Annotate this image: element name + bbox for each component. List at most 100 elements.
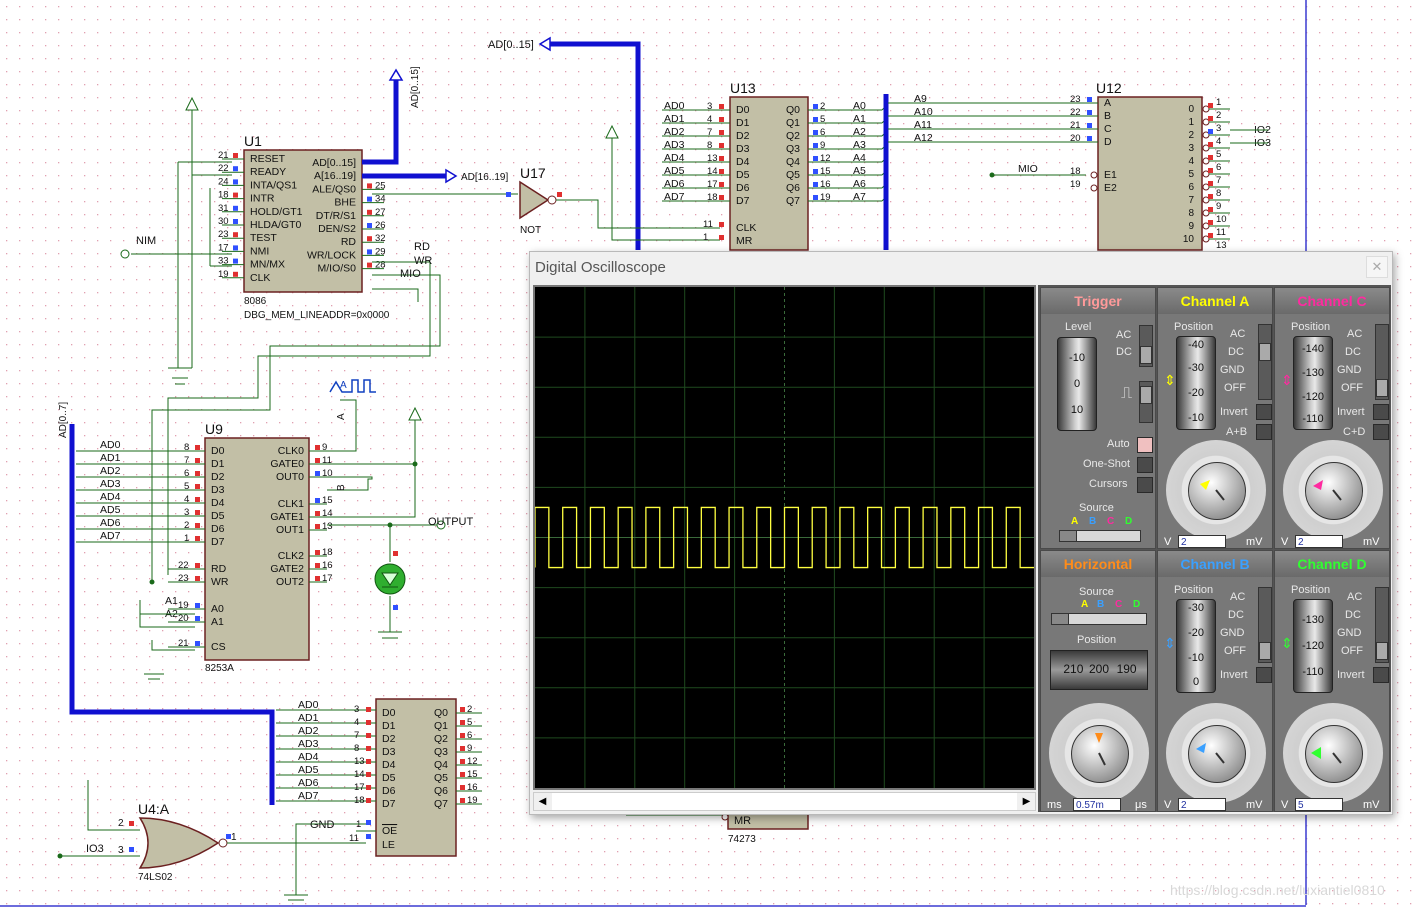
- latch-pin-label: D4: [382, 759, 396, 771]
- bus-label-ad-vertical: AD[0..15]: [410, 66, 421, 108]
- channel-a-scale-field[interactable]: 2: [1178, 535, 1226, 548]
- clock-side-label: A: [336, 413, 347, 420]
- u13-pin-label: D7: [736, 195, 750, 207]
- trigger-edge-switch[interactable]: [1139, 381, 1153, 423]
- u9-ad-label: AD4: [100, 491, 121, 503]
- channel-b-mode-off: OFF: [1224, 645, 1246, 657]
- channel-b-section: Channel B Position -30 -20 -10 0 ⇕ AC DC…: [1157, 550, 1273, 812]
- u13-pin-label: Q3: [786, 143, 800, 155]
- u9-pin-label: CLK2: [278, 550, 304, 562]
- channel-c-scale-field[interactable]: 2: [1295, 535, 1343, 548]
- u13-pin-number: 4: [707, 114, 712, 125]
- channel-c-mode-off: OFF: [1341, 382, 1363, 394]
- channel-b-unit-left: V: [1164, 799, 1172, 811]
- channel-b-scale-field[interactable]: 2: [1178, 798, 1226, 811]
- horizontal-source-b[interactable]: B: [1097, 599, 1104, 610]
- channel-b-position-drum[interactable]: -30 -20 -10 0: [1176, 599, 1216, 693]
- u12-output-label: 3: [1188, 143, 1194, 154]
- scroll-left-icon[interactable]: ◀: [534, 793, 551, 810]
- horizontal-scrollbar[interactable]: ◀ ▶: [533, 792, 1036, 811]
- trigger-oneshot-button[interactable]: [1137, 457, 1153, 473]
- horizontal-time-field[interactable]: 0.57m: [1073, 798, 1121, 811]
- u9-pin-number: 2: [184, 520, 189, 531]
- u1-pin-number: 28: [375, 260, 386, 271]
- wr-label: WR: [414, 255, 432, 267]
- horizontal-source-d[interactable]: D: [1133, 599, 1140, 610]
- trigger-source-b[interactable]: B: [1089, 516, 1096, 527]
- horizontal-source-a[interactable]: A: [1081, 599, 1088, 610]
- trigger-auto-button[interactable]: [1137, 437, 1153, 453]
- channel-d-scale-field[interactable]: 5: [1295, 798, 1343, 811]
- trigger-level-drum[interactable]: -10 0 10: [1057, 337, 1097, 431]
- horizontal-section: Horizontal Source A B C D Position 210 2…: [1040, 550, 1156, 812]
- horizontal-timebase-knob[interactable]: [1049, 703, 1149, 803]
- u4-ref: U4:A: [138, 801, 170, 817]
- oscilloscope-screen[interactable]: [533, 285, 1036, 790]
- oscilloscope-window[interactable]: Digital Oscilloscope ✕ ◀ ▶ Trigger Level…: [529, 251, 1393, 815]
- channel-c-scale-knob[interactable]: [1283, 440, 1383, 540]
- u13-pin-label: D3: [736, 143, 750, 155]
- channel-d-position-label: Position: [1291, 584, 1331, 596]
- u9-pin-label: RD: [211, 563, 227, 575]
- channel-a-mode-switch[interactable]: [1258, 324, 1272, 400]
- channel-b-position-label: Position: [1174, 584, 1214, 596]
- u12-pin-number: 21: [1070, 120, 1081, 131]
- u13-output-label: A3: [853, 139, 866, 151]
- channel-a-invert-button[interactable]: [1256, 404, 1272, 420]
- horizontal-source-slider[interactable]: [1051, 613, 1147, 625]
- channel-b-position-value: -30: [1188, 602, 1204, 614]
- u12-output-label: 10: [1183, 234, 1195, 245]
- trigger-source-c[interactable]: C: [1107, 516, 1114, 527]
- horizontal-source-c[interactable]: C: [1115, 599, 1122, 610]
- close-icon[interactable]: ✕: [1366, 256, 1388, 278]
- channel-b-mode-switch[interactable]: [1258, 587, 1272, 663]
- scroll-right-icon[interactable]: ▶: [1018, 793, 1035, 810]
- channel-d-position-value: -130: [1301, 614, 1325, 626]
- trigger-source-slider[interactable]: [1059, 530, 1141, 542]
- channel-a-mode-ac: AC: [1230, 328, 1246, 340]
- u9-pin-number: 8: [184, 442, 189, 453]
- u12-output-label: 8: [1188, 208, 1194, 219]
- u12-pin-label: C: [1104, 123, 1112, 135]
- u12-input-label: A12: [914, 132, 933, 144]
- channel-d-unit-right: mV: [1363, 799, 1380, 811]
- u12-pin-label: E2: [1104, 182, 1117, 194]
- trigger-cursors-button[interactable]: [1137, 477, 1153, 493]
- u13-input-label: AD3: [664, 139, 685, 151]
- channel-a-sum-button[interactable]: [1256, 424, 1272, 440]
- trigger-cursors-label: Cursors: [1089, 478, 1128, 490]
- u4-pin3: 3: [118, 845, 124, 856]
- u9-pin-number: 5: [184, 481, 189, 492]
- channel-d-position-drum[interactable]: -130 -120 -110: [1293, 599, 1333, 693]
- trigger-source-d[interactable]: D: [1125, 516, 1132, 527]
- horizontal-position-value: 190: [1116, 662, 1137, 676]
- trigger-auto-label: Auto: [1107, 438, 1130, 450]
- channel-c-invert-button[interactable]: [1373, 404, 1389, 420]
- oscilloscope-title: Digital Oscilloscope: [535, 259, 666, 276]
- u12-input-label: A11: [914, 119, 932, 131]
- trigger-coupling-switch[interactable]: [1139, 325, 1153, 367]
- channel-d-mode-switch[interactable]: [1375, 587, 1389, 663]
- u1-pin-number: 25: [375, 180, 386, 191]
- channel-d-unit-left: V: [1281, 799, 1289, 811]
- trigger-source-label: Source: [1079, 502, 1114, 514]
- channel-a-scale-knob[interactable]: [1166, 440, 1266, 540]
- u13-input-label: AD6: [664, 178, 685, 190]
- u9-pin-label: D2: [211, 471, 225, 483]
- channel-d-position-arrow-icon: ⇕: [1281, 635, 1293, 651]
- channel-c-mode-switch[interactable]: [1375, 324, 1389, 400]
- channel-a-position-drum[interactable]: -40 -30 -20 -10: [1176, 336, 1216, 430]
- u9-pin-number: 13: [322, 521, 333, 532]
- channel-c-sum-button[interactable]: [1373, 424, 1389, 440]
- trigger-source-a[interactable]: A: [1071, 516, 1078, 527]
- channel-b-invert-button[interactable]: [1256, 667, 1272, 683]
- channel-d-invert-button[interactable]: [1373, 667, 1389, 683]
- channel-c-position-drum[interactable]: -140 -130 -120 -110: [1293, 336, 1333, 430]
- horizontal-position-drum[interactable]: 210 200 190: [1050, 650, 1148, 690]
- trigger-level-value: 10: [1070, 404, 1084, 416]
- channel-d-scale-knob[interactable]: [1283, 703, 1383, 803]
- latch-pin-label: Q5: [434, 772, 448, 784]
- u9-pin-number: 4: [184, 494, 189, 505]
- channel-b-scale-knob[interactable]: [1166, 703, 1266, 803]
- channel-c-position-value: -110: [1302, 413, 1324, 425]
